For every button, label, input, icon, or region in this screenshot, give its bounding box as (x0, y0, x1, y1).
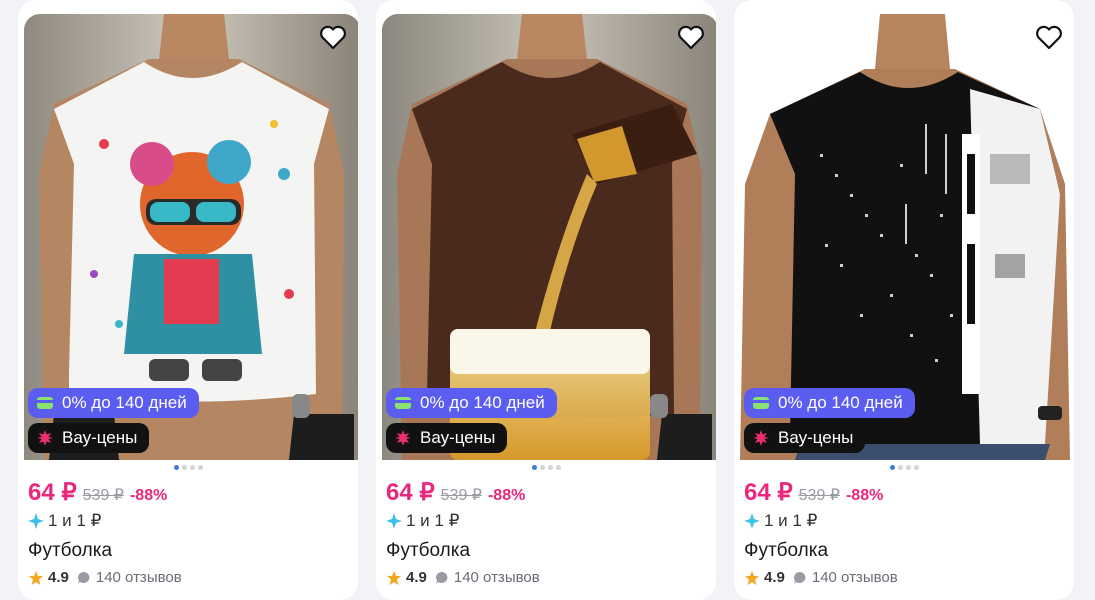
split-payment: 1 и 1 ₽ (386, 511, 459, 531)
rating-row: 4.9 140 отзывов (744, 569, 898, 586)
reviews-count[interactable]: 140 отзывов (454, 569, 540, 586)
installment-badge-label: 0% до 140 дней (420, 393, 545, 412)
product-card[interactable]: 0% до 140 дней Вау-цены 64 ₽ 539 ₽ -88% … (376, 0, 716, 600)
sparkle-icon (744, 513, 760, 529)
card-icon (37, 397, 53, 409)
rating-row: 4.9 140 отзывов (28, 569, 182, 586)
rating-row: 4.9 140 отзывов (386, 569, 540, 586)
wow-price-badge: Вау-цены (744, 423, 866, 453)
old-price: 539 ₽ (798, 487, 840, 504)
discount-percent: -88% (487, 487, 526, 504)
favorite-button[interactable] (1034, 22, 1064, 52)
discount-percent: -88% (845, 487, 884, 504)
old-price: 539 ₽ (440, 487, 482, 504)
current-price: 64 ₽ (28, 479, 77, 506)
reviews-count[interactable]: 140 отзывов (812, 569, 898, 586)
split-payment-label: 1 и 1 ₽ (406, 511, 460, 530)
rating-value: 4.9 (48, 569, 69, 586)
price-row: 64 ₽ 539 ₽ -88% (744, 478, 883, 507)
installment-badge: 0% до 140 дней (386, 388, 557, 418)
wow-badge-label: Вау-цены (62, 428, 138, 447)
rating-value: 4.9 (764, 569, 785, 586)
product-card[interactable]: 0% до 140 дней Вау-цены 64 ₽ 539 ₽ -88% … (18, 0, 358, 600)
split-payment: 1 и 1 ₽ (28, 511, 101, 531)
product-title[interactable]: Футболка (744, 540, 828, 562)
sparkle-icon (386, 513, 402, 529)
discount-percent: -88% (129, 487, 168, 504)
burst-icon (37, 430, 53, 446)
image-pagination-dots[interactable] (376, 465, 716, 470)
current-price: 64 ₽ (386, 479, 435, 506)
star-icon (387, 570, 401, 585)
chat-bubble-icon (793, 571, 806, 584)
wow-price-badge: Вау-цены (386, 423, 508, 453)
installment-badge: 0% до 140 дней (744, 388, 915, 418)
price-row: 64 ₽ 539 ₽ -88% (386, 478, 525, 507)
burst-icon (753, 430, 769, 446)
reviews-count[interactable]: 140 отзывов (96, 569, 182, 586)
split-payment-label: 1 и 1 ₽ (764, 511, 818, 530)
wow-price-badge: Вау-цены (28, 423, 150, 453)
product-grid: 0% до 140 дней Вау-цены 64 ₽ 539 ₽ -88% … (0, 0, 1095, 600)
heart-icon (320, 25, 346, 50)
star-icon (745, 570, 759, 585)
rating-value: 4.9 (406, 569, 427, 586)
heart-icon (678, 25, 704, 50)
chat-bubble-icon (77, 571, 90, 584)
product-title[interactable]: Футболка (28, 540, 112, 562)
star-icon (29, 570, 43, 585)
installment-badge-label: 0% до 140 дней (778, 393, 903, 412)
installment-badge: 0% до 140 дней (28, 388, 199, 418)
wow-badge-label: Вау-цены (420, 428, 496, 447)
product-card[interactable]: 0% до 140 дней Вау-цены 64 ₽ 539 ₽ -88% … (734, 0, 1074, 600)
burst-icon (395, 430, 411, 446)
favorite-button[interactable] (318, 22, 348, 52)
old-price: 539 ₽ (82, 487, 124, 504)
price-row: 64 ₽ 539 ₽ -88% (28, 478, 167, 507)
product-title[interactable]: Футболка (386, 540, 470, 562)
wow-badge-label: Вау-цены (778, 428, 854, 447)
split-payment: 1 и 1 ₽ (744, 511, 817, 531)
chat-bubble-icon (435, 571, 448, 584)
card-icon (753, 397, 769, 409)
installment-badge-label: 0% до 140 дней (62, 393, 187, 412)
sparkle-icon (28, 513, 44, 529)
image-pagination-dots[interactable] (18, 465, 358, 470)
image-pagination-dots[interactable] (734, 465, 1074, 470)
favorite-button[interactable] (676, 22, 706, 52)
card-icon (395, 397, 411, 409)
heart-icon (1036, 25, 1062, 50)
current-price: 64 ₽ (744, 479, 793, 506)
split-payment-label: 1 и 1 ₽ (48, 511, 102, 530)
